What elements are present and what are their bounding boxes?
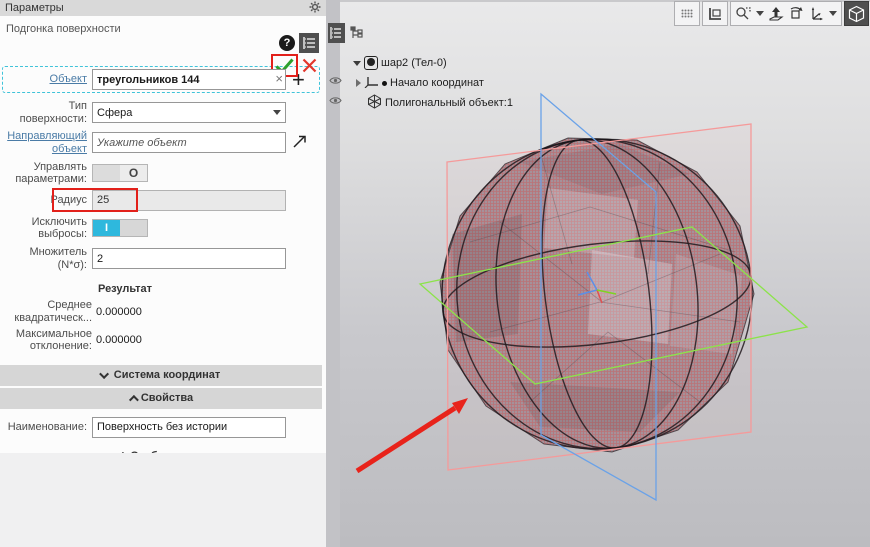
tab-tree-structure[interactable] — [328, 23, 345, 43]
help-icon[interactable]: ? — [279, 35, 295, 51]
max-deviation-value: 0.000000 — [96, 334, 142, 346]
orientation-dropdown-chevron-icon[interactable] — [826, 3, 839, 25]
origin-icon — [364, 76, 379, 91]
panel-subheader: Подгонка поверхности ? — [0, 16, 326, 62]
exclude-outliers-label: Исключить выбросы: — [0, 216, 92, 241]
toggle-off-glyph: O — [120, 165, 147, 181]
control-params-toggle[interactable]: O — [92, 164, 148, 182]
parameter-list-icon[interactable] — [299, 33, 319, 53]
chevron-down-icon — [273, 110, 281, 115]
name-label: Наименование: — [0, 421, 92, 434]
visibility-eye-icon[interactable] — [329, 96, 342, 108]
surface-type-value: Сфера — [97, 107, 132, 119]
pick-arrow-icon[interactable] — [292, 133, 308, 152]
section-properties[interactable]: Свойства — [0, 388, 322, 409]
app-window: Параметры Подгонка поверхности ? — [0, 0, 870, 547]
guide-object-label-link[interactable]: Направляющий объект — [0, 130, 92, 155]
visibility-eye-icon[interactable] — [329, 76, 342, 88]
tree-item-label: шар2 (Тел-0) — [381, 57, 447, 69]
chevron-up-icon — [129, 395, 139, 405]
section-props-label: Свойства — [141, 392, 193, 404]
toggle-track — [93, 165, 120, 181]
max-deviation-label: Максимальное отклонение: — [0, 328, 96, 352]
expander-down-icon[interactable] — [353, 61, 361, 66]
rms-deviation-value: 0.000000 — [96, 306, 142, 318]
radius-input — [92, 190, 286, 211]
multiplier-input[interactable] — [92, 248, 286, 269]
polygonal-object-icon — [367, 94, 382, 112]
parameter-rows: Объект × + Тип поверхности: Сфера Направ… — [0, 66, 326, 494]
section-coords-label: Система координат — [114, 369, 221, 381]
expander-right-icon[interactable] — [356, 79, 361, 87]
toolbar-grip-icon[interactable] — [677, 3, 697, 25]
toggle-on-glyph: I — [93, 220, 120, 236]
operation-title: Подгонка поверхности — [6, 23, 121, 35]
tree-item-body[interactable]: шар2 (Тел-0) — [353, 55, 447, 71]
toggle-track — [120, 220, 147, 236]
result-header: Результат — [98, 283, 322, 295]
surface-type-label: Тип поверхности: — [0, 100, 92, 125]
viewport-toolbar — [674, 1, 869, 26]
section-coordinate-system[interactable]: Система координат — [0, 365, 322, 386]
name-input[interactable] — [92, 417, 286, 438]
tree-item-polygonal-object[interactable]: Полигональный объект:1 — [367, 95, 513, 111]
orient-normal-button[interactable] — [766, 3, 786, 25]
control-params-label: Управлять параметрами: — [0, 161, 92, 186]
chevron-down-icon — [99, 369, 109, 379]
guide-object-placeholder: Укажите объект — [97, 137, 187, 149]
orientation-axes-button[interactable] — [806, 3, 826, 25]
panel-title-bar: Параметры — [0, 0, 326, 16]
cancel-button[interactable] — [300, 56, 318, 74]
bullet-icon — [382, 81, 387, 86]
panel-title: Параметры — [5, 2, 64, 14]
clear-object-icon[interactable]: × — [275, 72, 283, 86]
tab-tree-relations[interactable] — [348, 23, 365, 43]
tree-item-label: Начало координат — [390, 77, 484, 89]
object-input[interactable] — [92, 69, 286, 90]
multiplier-label: Множитель (N*σ): — [0, 246, 92, 271]
guide-object-input[interactable]: Укажите объект — [92, 132, 286, 153]
object-label-link[interactable]: Объект — [4, 73, 92, 86]
panel-empty-area — [0, 453, 326, 547]
rotate-view-button[interactable] — [786, 3, 806, 25]
gear-icon[interactable] — [309, 1, 321, 16]
object-selection-group: Объект × + — [2, 66, 320, 93]
radius-label: Радиус — [0, 194, 92, 207]
zoom-area-button[interactable] — [733, 3, 753, 25]
object-input-wrap: × — [92, 69, 286, 90]
rms-deviation-label: Среднее квадратическ... — [0, 299, 96, 323]
parameters-panel: Параметры Подгонка поверхности ? — [0, 0, 326, 547]
surface-type-dropdown[interactable]: Сфера — [92, 102, 286, 123]
zoom-dropdown-chevron-icon[interactable] — [753, 3, 766, 25]
tree-item-origin[interactable]: Начало координат — [356, 75, 484, 91]
exclude-outliers-toggle[interactable]: I — [92, 219, 148, 237]
isometric-cube-button[interactable] — [844, 1, 869, 26]
show-all-button[interactable] — [705, 3, 725, 25]
tree-item-label: Полигональный объект:1 — [385, 97, 513, 109]
body-icon — [364, 56, 378, 70]
